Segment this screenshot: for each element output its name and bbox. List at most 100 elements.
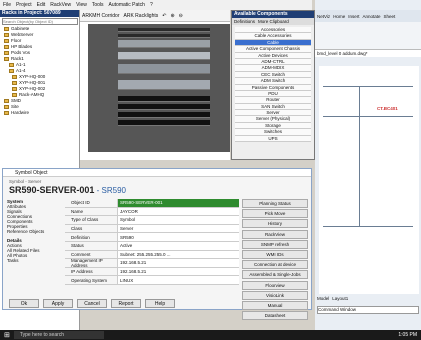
dialog-heading: SR590-SERVER-001 - SR590 bbox=[9, 185, 126, 195]
cad-tab-model[interactable]: Model bbox=[317, 296, 329, 301]
folder-icon bbox=[12, 93, 17, 97]
rack-server-unit[interactable] bbox=[118, 64, 210, 74]
menu-auto-patch[interactable]: Automatic Patch bbox=[109, 2, 145, 8]
type-field[interactable]: Symbol bbox=[117, 216, 239, 224]
folder-icon bbox=[4, 33, 9, 37]
properties-grid: Object ID SR590-SERVER-001 Name JAYCOR Typ… bbox=[65, 199, 239, 285]
cancel-button[interactable]: Cancel bbox=[77, 299, 107, 308]
tab-definitions[interactable]: Definitions bbox=[234, 19, 255, 24]
folder-icon bbox=[4, 111, 9, 115]
mgmt-ip-field[interactable]: 192.168.5.21 bbox=[117, 259, 239, 267]
object-id-field[interactable]: SR590-SERVER-001 bbox=[117, 199, 239, 207]
windows-start-icon[interactable]: ⊞ bbox=[4, 331, 10, 339]
ok-button[interactable]: Ok bbox=[9, 299, 39, 308]
cad-ct-label: CT.BC401 bbox=[377, 106, 398, 111]
rack-unit[interactable] bbox=[118, 34, 210, 38]
planning-status-button[interactable]: Planning Status bbox=[242, 199, 308, 208]
help-button[interactable]: Help bbox=[145, 299, 175, 308]
status-field[interactable]: Active bbox=[117, 241, 239, 250]
rack-patch-panel[interactable] bbox=[118, 120, 210, 126]
rack-toolbar-racklights[interactable]: ARK Racklights bbox=[124, 13, 159, 19]
menu-file[interactable]: File bbox=[3, 2, 11, 8]
manual-button[interactable]: Manual bbox=[242, 300, 308, 310]
name-field[interactable]: JAYCOR bbox=[117, 207, 239, 216]
symbol-object-dialog: Symbol Object Symbol - Server SR590-SERV… bbox=[2, 168, 312, 321]
rack-patch-panel[interactable] bbox=[118, 112, 210, 118]
rack-server-unit[interactable] bbox=[118, 80, 210, 90]
folder-icon bbox=[4, 39, 9, 43]
assembled-button[interactable]: Assembled & Single-Jobs bbox=[242, 270, 308, 280]
apply-button[interactable]: Apply bbox=[43, 299, 73, 308]
folder-icon bbox=[4, 57, 9, 61]
folder-icon bbox=[12, 87, 17, 91]
cad-tab-insert[interactable]: Insert bbox=[348, 14, 359, 19]
cad-window: NetViz Home Insert Annotate Sheet bmd_le… bbox=[315, 0, 421, 330]
menu-tools[interactable]: Tools bbox=[92, 2, 104, 8]
rack-server-unit[interactable] bbox=[118, 40, 210, 48]
taskbar: ⊞ Type here to search 1:05 PM bbox=[0, 330, 421, 340]
racks-panel-title: Racks in Project: 507089 bbox=[0, 10, 79, 17]
component-item[interactable]: Active Component Chassis bbox=[235, 46, 311, 53]
report-button[interactable]: Report bbox=[111, 299, 141, 308]
menu-view[interactable]: View bbox=[76, 2, 87, 8]
folder-icon bbox=[4, 45, 9, 49]
component-item[interactable]: UPS bbox=[235, 135, 311, 143]
rack-diagram[interactable] bbox=[88, 24, 230, 152]
visiolink-button[interactable]: VisioLink bbox=[242, 290, 308, 300]
available-components-panel: Available Components Definitions More Cl… bbox=[231, 10, 315, 160]
dialog-subtitle: Symbol - Server bbox=[9, 179, 42, 184]
folder-icon bbox=[4, 99, 9, 103]
folder-icon bbox=[9, 63, 14, 67]
rack-toolbar-corridor[interactable]: ARKMH Corridor bbox=[82, 13, 120, 19]
tab-clipboard[interactable]: More Clipboard bbox=[258, 19, 289, 24]
undo-icon[interactable]: ↶ bbox=[162, 13, 166, 19]
floorview-button[interactable]: Floorview bbox=[242, 280, 308, 290]
menu-rackvew[interactable]: RackVew bbox=[50, 2, 71, 8]
wmi-ids-button[interactable]: WMI IDs bbox=[242, 249, 308, 259]
dialog-action-buttons: Planning Status Pick Move History RackVi… bbox=[242, 199, 308, 321]
snmp-refresh-button[interactable]: SNMP refresh bbox=[242, 239, 308, 249]
rack-patch-panel[interactable] bbox=[118, 104, 210, 110]
zoom-out-icon[interactable]: ⊖ bbox=[179, 13, 183, 19]
cad-tab-home[interactable]: Home bbox=[333, 14, 345, 19]
comment-field[interactable]: Subnet: 255.255.255.0 ... bbox=[117, 250, 239, 259]
menu-project[interactable]: Project bbox=[16, 2, 32, 8]
definition-field[interactable]: SR590 bbox=[117, 233, 239, 241]
connection-button[interactable]: Connection at device bbox=[242, 260, 308, 270]
folder-icon bbox=[12, 81, 17, 85]
taskbar-clock: 1:05 PM bbox=[398, 332, 417, 338]
ip-field[interactable]: 192.168.5.21 bbox=[117, 267, 239, 276]
rack-unit[interactable] bbox=[118, 28, 210, 32]
cad-tab-sheet[interactable]: Sheet bbox=[383, 14, 395, 19]
tree-item[interactable]: Hardwire bbox=[4, 110, 79, 116]
cad-file-tab[interactable]: bmd_level 0 addum.dwg* bbox=[315, 50, 421, 57]
rack-patch-panel[interactable] bbox=[118, 96, 210, 102]
folder-icon bbox=[12, 75, 17, 79]
cad-tab-layout[interactable]: Layout1 bbox=[332, 296, 348, 301]
nav-item[interactable]: Tasks bbox=[7, 258, 59, 263]
pick-move-button[interactable]: Pick Move bbox=[242, 209, 308, 219]
taskbar-search[interactable]: Type here to search bbox=[13, 331, 104, 339]
menu-edit[interactable]: Edit bbox=[37, 2, 46, 8]
cad-tab-netviz[interactable]: NetViz bbox=[317, 14, 330, 19]
cad-tab-annotate[interactable]: Annotate bbox=[362, 14, 380, 19]
menu-bar: File Project Edit RackVew View Tools Aut… bbox=[0, 0, 312, 10]
command-window[interactable]: Command Window bbox=[317, 306, 419, 314]
object-search-input[interactable] bbox=[2, 18, 78, 25]
available-components-title: Available Components bbox=[232, 11, 314, 18]
folder-icon bbox=[9, 69, 14, 73]
dialog-nav: System Attributes Signals Connections Co… bbox=[7, 199, 59, 263]
menu-help[interactable]: ? bbox=[150, 2, 153, 8]
nav-item[interactable]: Reference Objects bbox=[7, 229, 59, 234]
dialog-title: Symbol Object bbox=[3, 169, 311, 177]
class-field[interactable]: Server bbox=[117, 224, 239, 233]
rackview-button[interactable]: RackView bbox=[242, 229, 308, 239]
zoom-in-icon[interactable]: ⊕ bbox=[170, 13, 174, 19]
folder-icon bbox=[4, 27, 9, 31]
folder-icon bbox=[4, 51, 9, 55]
os-field[interactable]: LINUX bbox=[117, 276, 239, 284]
datasheet-button[interactable]: Datasheet bbox=[242, 311, 308, 321]
rack-server-unit[interactable] bbox=[118, 52, 210, 60]
cad-drawing-area[interactable]: CT.BC401 bbox=[319, 66, 419, 294]
history-button[interactable]: History bbox=[242, 219, 308, 229]
